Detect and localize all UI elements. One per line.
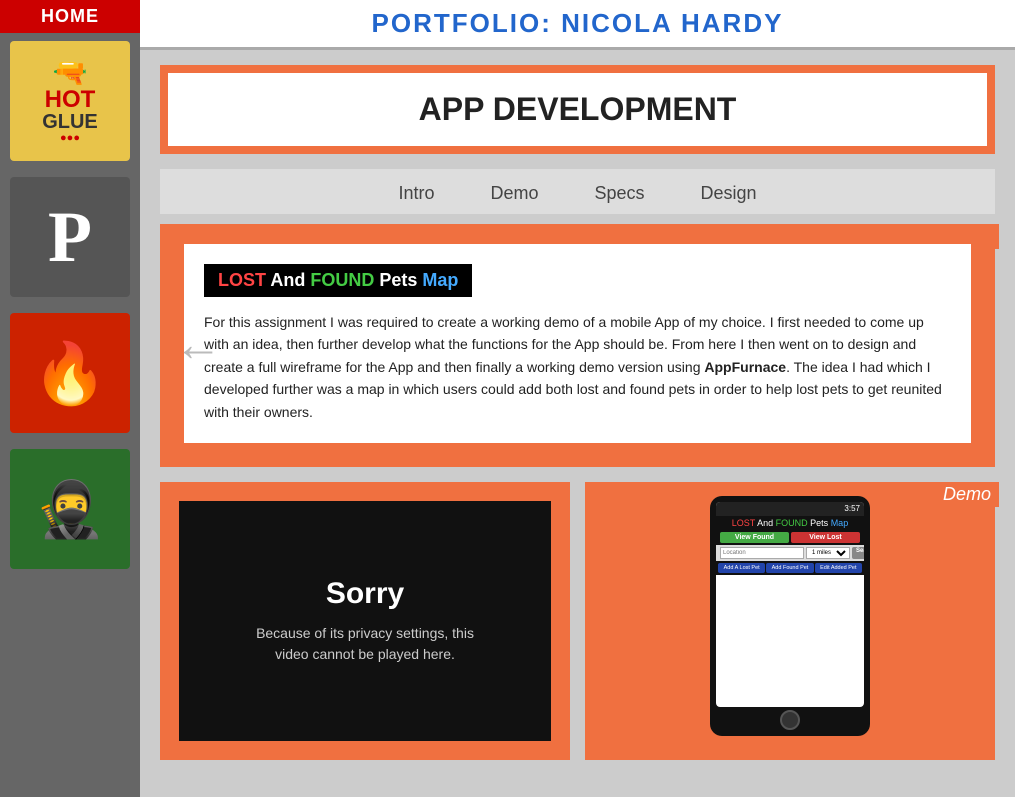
phone-container: 3:57 LOST And FOUND Pets Map [589,486,991,746]
demo-row: Sorry Because of its privacy settings, t… [160,482,995,760]
sidebar-item-hotglue[interactable]: 🔫 HOT GLUE ●●● [10,41,130,161]
appfurnace-link[interactable]: AppFurnace [704,359,786,375]
video-message: Because of its privacy settings, this vi… [256,623,474,665]
phone-title-lost: LOST [732,518,755,528]
tab-demo[interactable]: Demo [482,181,546,206]
sidebar: HOME 🔫 HOT GLUE ●●● P 🔥 🥷 [0,0,140,797]
phone-miles-select[interactable]: 1 miles 5 miles [806,547,850,559]
badge-map: Map [422,270,458,290]
phone-title-map: Map [831,518,849,528]
demo-video-section: Sorry Because of its privacy settings, t… [160,482,570,760]
video-sorry-text: Sorry [326,577,404,611]
content-area: APP DEVELOPMENT Intro Demo Specs Design … [140,50,1015,797]
sidebar-item-ninja[interactable]: 🥷 [10,449,130,569]
tabs-row: Intro Demo Specs Design [160,169,995,214]
intro-content: LOST And FOUND Pets Map For this assignm… [184,244,971,443]
phone-home-button[interactable] [780,710,800,730]
phone-status-bar: 3:57 [716,502,864,516]
intro-section: Intro ← LOST And FOUND Pets M [160,224,995,467]
video-msg-line1: Because of its privacy settings, this [256,625,474,641]
phone-bottom-row: Add A Lost Pet Add Found Pet Edit Added … [716,561,864,575]
sidebar-item-p-media[interactable]: P [10,177,130,297]
page-title: PORTFOLIO: NICOLA HARDY [140,8,1015,39]
phone-edit-btn[interactable]: Edit Added Pet [815,563,862,573]
phone-search-btn[interactable]: Search [852,547,864,559]
demo-video-inner: Sorry Because of its privacy settings, t… [164,486,566,756]
demo-label: Demo [935,482,999,507]
phone-screen: 3:57 LOST And FOUND Pets Map [716,502,864,707]
phone-title-pets: Pets [810,518,831,528]
video-embed: Sorry Because of its privacy settings, t… [179,501,551,741]
intro-paragraph: For this assignment I was required to cr… [204,311,951,423]
phone-status-time: 3:57 [844,504,860,513]
phone-search-row: 1 miles 5 miles Search [716,545,864,561]
phone-title-found: FOUND [776,518,808,528]
video-msg-line2: video cannot be played here. [275,646,455,662]
header: PORTFOLIO: NICOLA HARDY [140,0,1015,50]
phone-title-and: And [757,518,776,528]
tab-specs[interactable]: Specs [586,181,652,206]
badge-and-text: And [270,270,305,290]
app-title-badge: LOST And FOUND Pets Map [204,264,472,297]
phone-view-buttons: View Found View Lost [716,530,864,545]
main-content: PORTFOLIO: NICOLA HARDY APP DEVELOPMENT … [140,0,1015,797]
app-dev-section: APP DEVELOPMENT [160,65,995,154]
phone-location-input[interactable] [720,547,804,559]
phone-btn-found[interactable]: View Found [720,532,789,543]
tab-intro[interactable]: Intro [390,181,442,206]
home-button[interactable]: HOME [0,0,140,33]
badge-lost: LOST [218,270,266,290]
tab-design[interactable]: Design [693,181,765,206]
sidebar-item-fire[interactable]: 🔥 [10,313,130,433]
phone-add-lost-btn[interactable]: Add A Lost Pet [718,563,765,573]
badge-pets: Pets [379,270,417,290]
demo-phone-section: Demo 3:57 LOST And FOUND [585,482,995,760]
phone-btn-lost[interactable]: View Lost [791,532,860,543]
badge-found: FOUND [310,270,374,290]
section-title: APP DEVELOPMENT [168,73,987,146]
phone-mockup: 3:57 LOST And FOUND Pets Map [710,496,870,736]
phone-add-found-btn[interactable]: Add Found Pet [766,563,813,573]
phone-title-bar: LOST And FOUND Pets Map [716,516,864,530]
